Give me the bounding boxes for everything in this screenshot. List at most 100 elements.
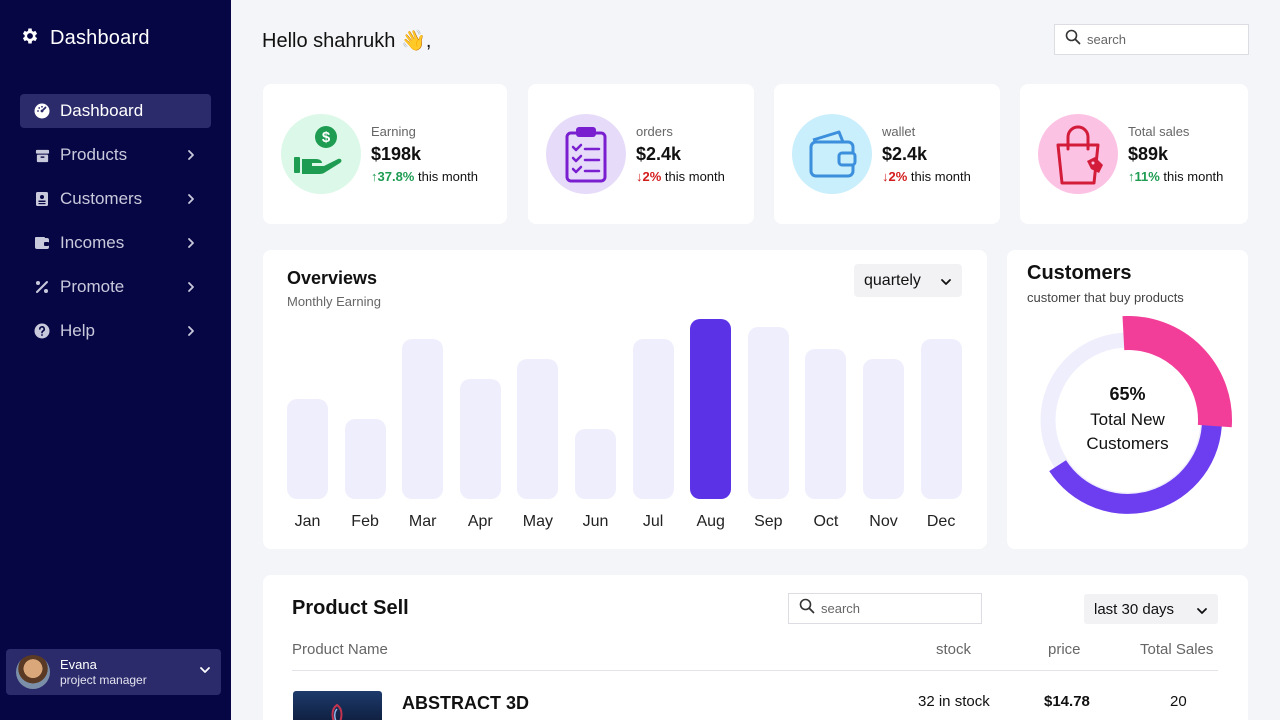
period-select[interactable]: quartely [854, 264, 962, 297]
product-name: ABSTRACT 3D [402, 693, 530, 713]
brand[interactable]: Dashboard [20, 26, 150, 51]
bar-mar[interactable] [402, 339, 444, 499]
sidebar-item-label: Products [60, 145, 128, 164]
bar-jan[interactable] [287, 399, 328, 499]
overview-title: Overviews [287, 268, 378, 288]
sidebar-item-dashboard[interactable]: Dashboard [20, 94, 211, 128]
chevron-right-icon [185, 193, 197, 205]
bar-aug[interactable] [690, 319, 732, 499]
month-label-jun: Jun [582, 513, 609, 530]
stat-card-wallet: wallet $2.4k ↓2% this month [774, 84, 1000, 224]
sidebar-item-incomes[interactable]: Incomes [20, 226, 211, 260]
box-icon [34, 147, 50, 163]
stat-change-percent: 37.8% [377, 169, 415, 184]
bar-may[interactable] [517, 359, 559, 499]
stat-change-percent: 11% [1134, 169, 1160, 184]
stat-label: wallet [882, 124, 916, 139]
product-search-input[interactable] [821, 601, 971, 616]
shopping-bag-icon [1038, 114, 1118, 194]
user-profile[interactable]: Evana project manager [6, 649, 221, 695]
chevron-right-icon [185, 237, 197, 249]
product-stock: 32 in stock [918, 693, 990, 710]
period-select-value: quartely [864, 271, 921, 289]
month-label-oct: Oct [813, 513, 839, 530]
stat-change-suffix: this month [1159, 169, 1224, 184]
product-thumbnail [293, 691, 382, 720]
sidebar-item-help[interactable]: Help [20, 314, 211, 348]
customers-panel: Customers customer that buy products 65%… [1007, 250, 1248, 549]
chevron-down-icon[interactable] [199, 663, 211, 681]
id-card-icon [34, 191, 50, 207]
month-label-apr: Apr [467, 513, 493, 530]
bar-oct[interactable] [805, 349, 847, 499]
overview-panel: Jan Feb Mar Apr May Jun Jul Aug Sep Oct Nov Dec Ove… [263, 250, 987, 549]
sidebar-item-customers[interactable]: Customers [20, 182, 211, 216]
bar-apr[interactable] [459, 379, 501, 499]
bar-feb[interactable] [344, 419, 386, 499]
wallet-icon [34, 235, 50, 251]
product-search-box[interactable] [788, 593, 982, 624]
search-icon [799, 598, 815, 619]
bar-sep[interactable] [747, 327, 789, 499]
sidebar-item-label: Dashboard [60, 101, 144, 120]
bar-jul[interactable] [632, 339, 674, 499]
customers-title: Customers [1027, 262, 1132, 284]
brand-title: Dashboard [50, 27, 150, 49]
bar-dec[interactable] [920, 339, 962, 499]
product-total-sales: 20 [1170, 693, 1187, 710]
chevron-right-icon [185, 281, 197, 293]
product-sell-title: Product Sell [292, 597, 409, 619]
sidebar-item-promote[interactable]: Promote [20, 270, 211, 304]
sidebar-item-label: Incomes [60, 233, 125, 252]
month-label-mar: Mar [408, 513, 437, 530]
stat-card-orders: orders $2.4k ↓2% this month [528, 84, 754, 224]
month-label-sep: Sep [754, 513, 783, 530]
customers-subtitle: customer that buy products [1027, 290, 1184, 305]
wallet-icon [792, 114, 872, 194]
month-label-nov: Nov [869, 513, 898, 530]
gear-icon [20, 26, 40, 51]
month-label-jul: Jul [642, 513, 664, 530]
stat-value: $198k [371, 144, 422, 164]
table-divider [292, 670, 1218, 671]
column-header-stock[interactable]: stock [936, 641, 971, 658]
greeting: Hello shahrukh 👋, [262, 30, 432, 52]
gauge-icon [34, 103, 50, 119]
stat-change-suffix: this month [414, 169, 478, 184]
month-label-feb: Feb [351, 513, 379, 530]
dollar-hand-icon: $ [281, 114, 361, 194]
month-label-may: May [522, 513, 553, 530]
search-box[interactable] [1054, 24, 1249, 55]
bar-jun[interactable] [575, 429, 616, 499]
stat-value: $2.4k [882, 144, 928, 164]
stat-change-suffix: this month [661, 169, 725, 184]
chevron-down-icon [1196, 604, 1208, 621]
question-icon [34, 323, 50, 339]
overview-subtitle: Monthly Earning [287, 294, 381, 309]
month-label-aug: Aug [696, 513, 725, 530]
column-header-total-sales[interactable]: Total Sales [1140, 641, 1213, 658]
stat-change: ↓2% this month [636, 169, 725, 184]
column-header-price[interactable]: price [1048, 641, 1081, 658]
sidebar-item-products[interactable]: Products [20, 138, 211, 172]
month-label-dec: Dec [926, 513, 956, 530]
stat-change-suffix: this month [907, 169, 971, 184]
stat-label: orders [636, 124, 673, 139]
stat-card-total-sales: Total sales $89k ↑11% this month [1020, 84, 1248, 224]
sidebar-item-label: Customers [60, 189, 143, 208]
column-header-product-name[interactable]: Product Name [292, 641, 388, 658]
sidebar: Dashboard Dashboard Products Customers I… [0, 0, 231, 720]
search-icon [1065, 29, 1081, 50]
search-input[interactable] [1087, 32, 1237, 47]
stat-label: Total sales [1128, 124, 1190, 139]
svg-text:$: $ [322, 129, 331, 146]
stat-value: $89k [1128, 144, 1169, 164]
bar-nov[interactable] [863, 359, 904, 499]
chevron-down-icon [940, 275, 952, 293]
product-period-select[interactable]: last 30 days [1084, 594, 1218, 624]
stat-change-percent: 2% [888, 169, 908, 184]
product-price: $14.78 [1044, 693, 1090, 710]
sidebar-item-label: Help [60, 321, 95, 340]
product-period-value: last 30 days [1094, 600, 1175, 618]
donut-percent: 65% [1109, 384, 1146, 404]
